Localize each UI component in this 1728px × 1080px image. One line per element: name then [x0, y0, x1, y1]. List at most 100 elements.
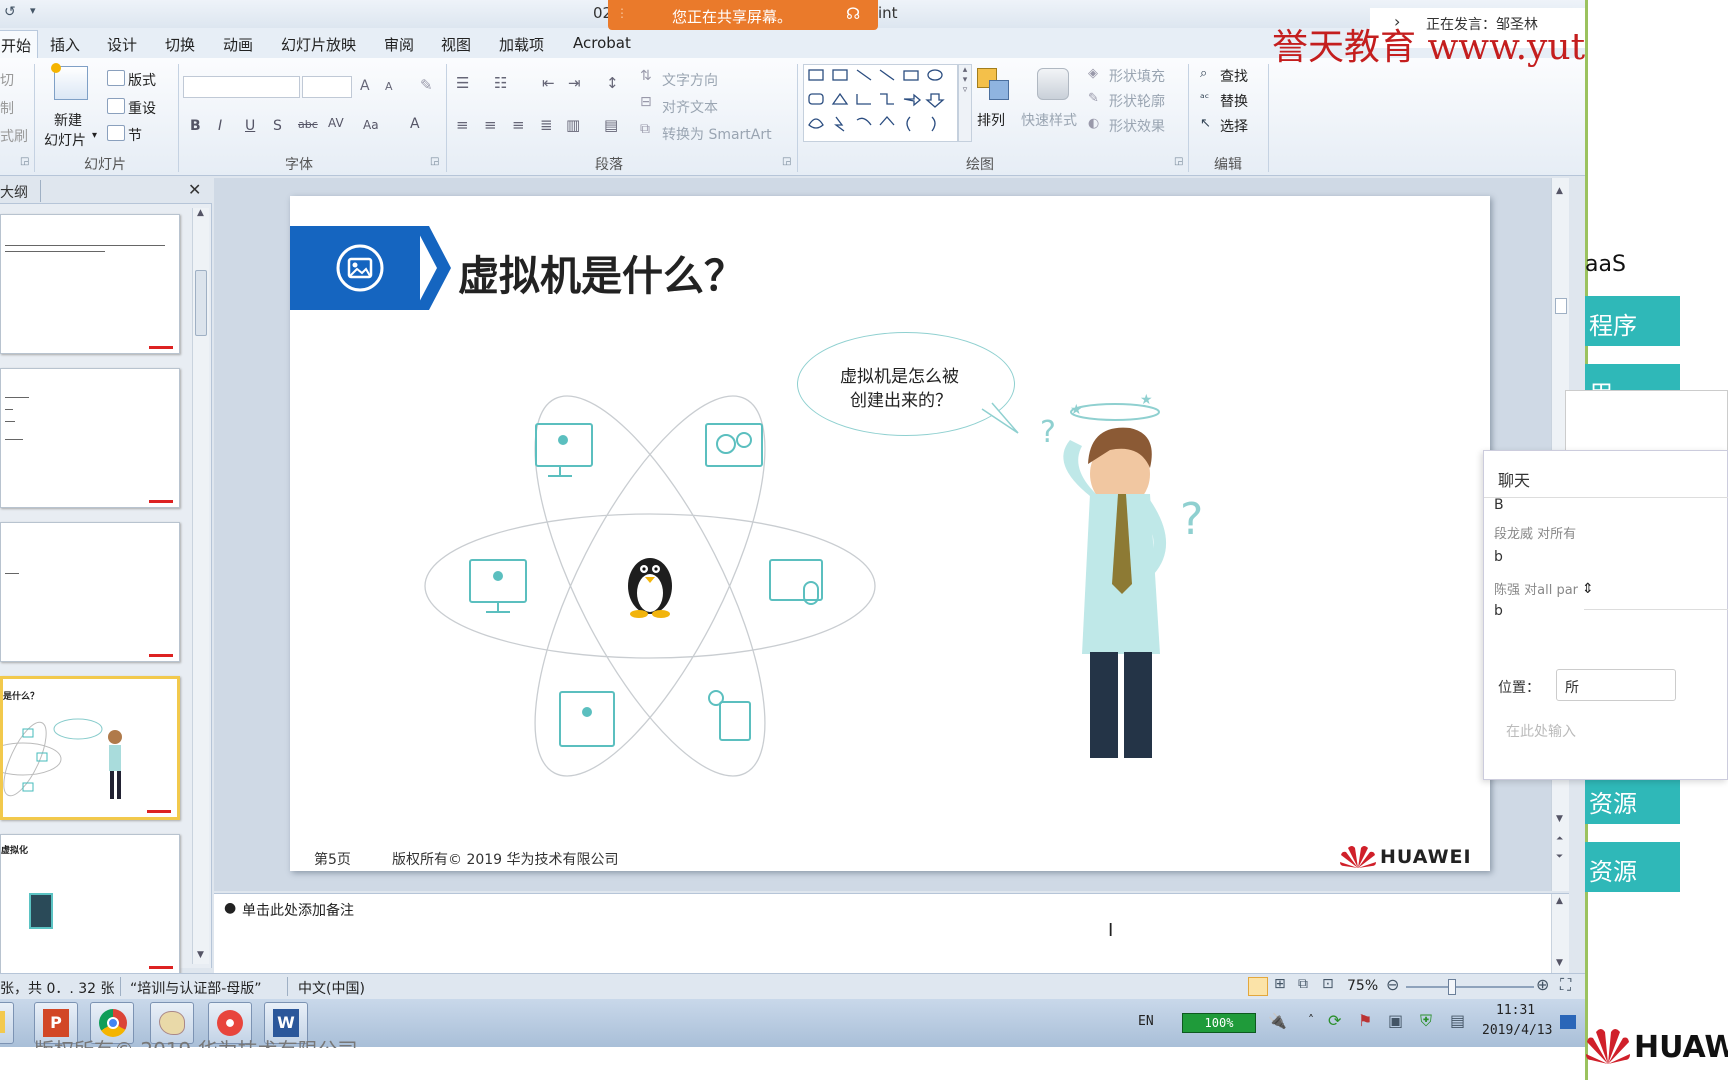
reading-view-icon[interactable]: ⧉	[1298, 976, 1308, 992]
outline-tab[interactable]: 大纲	[0, 182, 28, 202]
align-text-button[interactable]: 对齐文本	[662, 97, 718, 117]
layout-button[interactable]: 版式	[128, 70, 156, 90]
arrange-button[interactable]: 排列	[977, 110, 1005, 130]
scroll-up-icon[interactable]: ▲	[1556, 896, 1563, 906]
shape-outline-button[interactable]: 形状轮廓	[1109, 91, 1165, 111]
slide-thumbnail[interactable]	[0, 214, 180, 354]
display-tray-icon[interactable]: ▣	[1388, 1011, 1403, 1030]
char-spacing-button[interactable]: AV	[328, 116, 344, 130]
scroll-thumb[interactable]	[1555, 298, 1567, 314]
undo-icon[interactable]: ↺	[4, 4, 16, 20]
clipboard-launcher-icon[interactable]: ◲	[20, 156, 29, 167]
slide-thumbnail[interactable]: 虚拟化	[0, 834, 180, 974]
tab-design[interactable]: 设计	[107, 34, 137, 55]
scroll-down-icon[interactable]: ▼	[1556, 814, 1563, 824]
background-item-resource-2[interactable]: 资源	[1585, 774, 1680, 824]
shadow-button[interactable]: S	[273, 118, 282, 134]
thumb-scrollbar[interactable]: ▲ ▼	[192, 208, 209, 964]
align-right-icon[interactable]: ≡	[512, 116, 525, 134]
background-item-program[interactable]: 程序	[1585, 296, 1680, 346]
screen-share-banner[interactable]: ⋮ 您正在共享屏幕。 ☊	[608, 0, 878, 30]
grow-font-button[interactable]: A	[360, 78, 370, 94]
convert-smartart-button[interactable]: 转换为 SmartArt	[662, 124, 772, 144]
zoom-in-icon[interactable]: ⊕	[1536, 975, 1549, 994]
bullets-icon[interactable]: ☰	[456, 74, 469, 92]
tab-addins[interactable]: 加载项	[499, 34, 544, 55]
slide-thumbnail[interactable]	[0, 522, 180, 662]
slide-sorter-icon[interactable]: ⊞	[1274, 976, 1286, 992]
slideshow-icon[interactable]: ⊡	[1322, 976, 1334, 992]
tab-animations[interactable]: 动画	[223, 34, 253, 55]
new-slide-icon[interactable]	[51, 63, 88, 100]
shapes-gallery[interactable]	[803, 64, 958, 142]
power-plug-icon[interactable]: 🔌	[1268, 1012, 1287, 1030]
font-size-combo[interactable]	[302, 76, 352, 98]
tab-transitions[interactable]: 切换	[165, 34, 195, 55]
tab-home[interactable]: 开始	[0, 30, 39, 60]
scroll-down-icon[interactable]: ▼	[1556, 958, 1563, 968]
chat-input-placeholder[interactable]: 在此处输入	[1506, 721, 1576, 741]
input-language[interactable]: EN	[1138, 1014, 1154, 1029]
reset-button[interactable]: 重设	[128, 98, 156, 118]
strikethrough-button[interactable]: abc	[298, 118, 318, 131]
customize-quick-access-icon[interactable]: ▾	[30, 4, 36, 17]
notes-pane[interactable]: ● 单击此处添加备注 I ▲ ▼	[214, 893, 1569, 974]
new-slide-dropdown-icon[interactable]: ▾	[92, 130, 97, 141]
shapes-scroll[interactable]: ▴ ▾ ▿	[958, 64, 972, 142]
bold-button[interactable]: B	[190, 118, 201, 134]
clock-date[interactable]: 2019/4/13	[1482, 1023, 1552, 1038]
increase-indent-icon[interactable]: ⇥	[568, 74, 581, 92]
explorer-taskbar-icon[interactable]	[0, 1002, 14, 1044]
distributed-icon[interactable]: ▥	[566, 116, 580, 134]
shape-effects-button[interactable]: 形状效果	[1109, 116, 1165, 136]
security-tray-icon[interactable]: ⛨	[1420, 1011, 1432, 1031]
tab-view[interactable]: 视图	[441, 34, 471, 55]
slide-thumbnail-selected[interactable]: 是什么？	[0, 676, 180, 820]
tab-slideshow[interactable]: 幻灯片放映	[281, 34, 356, 55]
text-direction-button[interactable]: 文字方向	[662, 70, 718, 90]
section-button[interactable]: 节	[128, 125, 142, 145]
language-indicator[interactable]: 中文(中国)	[298, 978, 365, 998]
tab-acrobat[interactable]: Acrobat	[573, 34, 631, 52]
scroll-up-icon[interactable]: ▲	[197, 208, 204, 218]
headset-icon[interactable]: ☊	[846, 4, 860, 23]
notes-scrollbar[interactable]: ▲ ▼	[1551, 894, 1569, 974]
flag-tray-icon[interactable]: ⚑	[1358, 1011, 1372, 1030]
close-pane-icon[interactable]: ✕	[188, 180, 201, 199]
drag-handle-icon[interactable]: ⋮	[616, 6, 628, 20]
fit-slide-icon[interactable]: ⛶	[1560, 975, 1571, 995]
clock-time[interactable]: 11:31	[1496, 1003, 1535, 1018]
change-case-button[interactable]: Aa	[363, 118, 379, 132]
underline-button[interactable]: U	[245, 118, 255, 134]
select-button[interactable]: 选择	[1220, 116, 1248, 136]
scroll-down-icon[interactable]: ▼	[197, 950, 204, 960]
clear-format-icon[interactable]: ✎	[420, 76, 433, 94]
normal-view-icon[interactable]	[1248, 977, 1268, 996]
font-name-combo[interactable]	[183, 76, 300, 98]
tab-insert[interactable]: 插入	[50, 34, 80, 55]
columns-icon[interactable]: ▤	[604, 116, 618, 134]
scroll-thumb[interactable]	[195, 270, 207, 336]
font-color-button[interactable]: A	[410, 116, 420, 132]
align-left-icon[interactable]: ≡	[456, 116, 469, 134]
drawing-launcher-icon[interactable]: ◲	[1174, 156, 1183, 167]
slide-canvas[interactable]: 虚拟机是什么？ 虚拟机是怎么被 创建出来的？ ? ? ★ ★ 第5页 版权所有©…	[290, 196, 1490, 871]
new-slide-label-1[interactable]: 新建	[54, 110, 82, 130]
zoom-slider-thumb[interactable]	[1448, 979, 1456, 995]
battery-meter[interactable]: 100%	[1182, 1013, 1256, 1033]
quick-styles-button[interactable]: 快速样式	[1021, 110, 1077, 130]
justify-icon[interactable]: ≣	[540, 116, 553, 134]
paragraph-launcher-icon[interactable]: ◲	[782, 156, 791, 167]
zoom-slider-track[interactable]	[1406, 986, 1534, 988]
slide-thumbnail[interactable]	[0, 368, 180, 508]
cut-button[interactable]: 切	[0, 70, 14, 90]
tray-expand-icon[interactable]: ˄	[1308, 1013, 1314, 1027]
scroll-up-icon[interactable]: ▲	[1556, 186, 1563, 196]
theme-name[interactable]: “培训与认证部-母版”	[130, 978, 262, 998]
font-launcher-icon[interactable]: ◲	[430, 156, 439, 167]
recipient-select[interactable]: 所	[1556, 669, 1676, 701]
show-desktop-button[interactable]	[1560, 1015, 1576, 1029]
new-slide-label-2[interactable]: 幻灯片	[44, 130, 86, 150]
next-slide-icon[interactable]: ⏷	[1556, 852, 1563, 862]
slide-title[interactable]: 虚拟机是什么？	[458, 242, 745, 302]
